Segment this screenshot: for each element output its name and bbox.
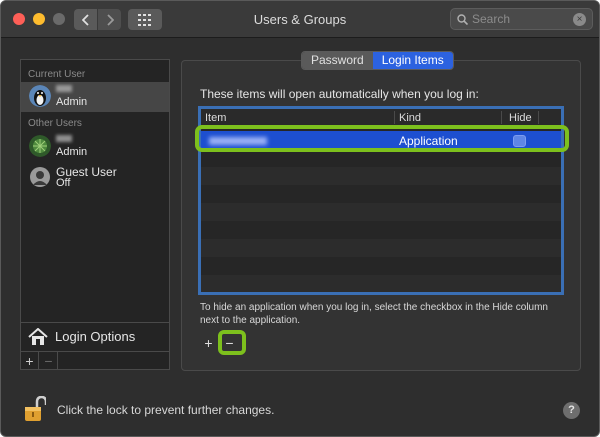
user-role: Off xyxy=(56,177,71,189)
users-groups-window: Users & Groups × Current User Admin Othe… xyxy=(0,0,600,437)
remove-button-highlight xyxy=(218,330,246,355)
help-button[interactable]: ? xyxy=(563,402,580,419)
penguin-avatar-icon xyxy=(29,85,51,107)
other-users-heading: Other Users xyxy=(28,118,82,129)
unlocked-lock-icon[interactable] xyxy=(24,396,46,422)
selected-row-highlight xyxy=(195,125,569,152)
leaf-avatar-icon xyxy=(29,135,51,157)
sidebar-user-guest[interactable]: Guest User Off xyxy=(21,163,169,193)
empty-row xyxy=(201,275,561,292)
search-icon xyxy=(457,13,468,25)
clear-search-icon[interactable]: × xyxy=(573,13,586,26)
empty-row xyxy=(201,167,561,185)
empty-row xyxy=(201,239,561,257)
users-sidebar: Current User Admin Other Users Admin Gue… xyxy=(20,59,170,370)
sidebar-add-remove: + − xyxy=(21,351,169,370)
column-header-kind[interactable]: Kind xyxy=(399,112,421,124)
empty-row xyxy=(201,203,561,221)
redacted-username xyxy=(56,85,72,92)
login-options-label: Login Options xyxy=(55,329,136,344)
lock-status-text: Click the lock to prevent further change… xyxy=(57,403,275,417)
guest-user-icon xyxy=(30,167,50,187)
user-role: Admin xyxy=(56,146,88,158)
user-role: Admin xyxy=(56,96,88,108)
column-header-hide[interactable]: Hide xyxy=(509,112,532,124)
add-user-button[interactable]: + xyxy=(21,352,39,370)
sidebar-user-admin[interactable]: Admin xyxy=(21,132,169,162)
add-login-item-button[interactable]: + xyxy=(200,334,217,351)
column-divider xyxy=(501,111,502,124)
login-options-button[interactable]: Login Options xyxy=(21,322,169,350)
tab-login-items[interactable]: Login Items xyxy=(372,52,453,69)
redacted-username xyxy=(56,135,72,142)
hide-hint-text: To hide an application when you log in, … xyxy=(200,302,548,326)
current-user-heading: Current User xyxy=(28,69,86,80)
table-header: Item Kind Hide xyxy=(201,109,561,126)
house-icon xyxy=(28,327,48,345)
column-divider xyxy=(538,111,539,124)
remove-user-button[interactable]: − xyxy=(40,352,58,370)
tab-password[interactable]: Password xyxy=(302,52,373,69)
column-divider xyxy=(394,111,395,124)
title-bar: Users & Groups × xyxy=(1,1,599,38)
tab-bar: Password Login Items xyxy=(301,51,454,70)
sidebar-user-current[interactable]: Admin xyxy=(21,82,169,112)
search-field[interactable]: × xyxy=(450,8,593,30)
search-input[interactable] xyxy=(472,12,572,26)
column-header-item[interactable]: Item xyxy=(205,112,226,124)
login-items-intro: These items will open automatically when… xyxy=(200,87,479,101)
